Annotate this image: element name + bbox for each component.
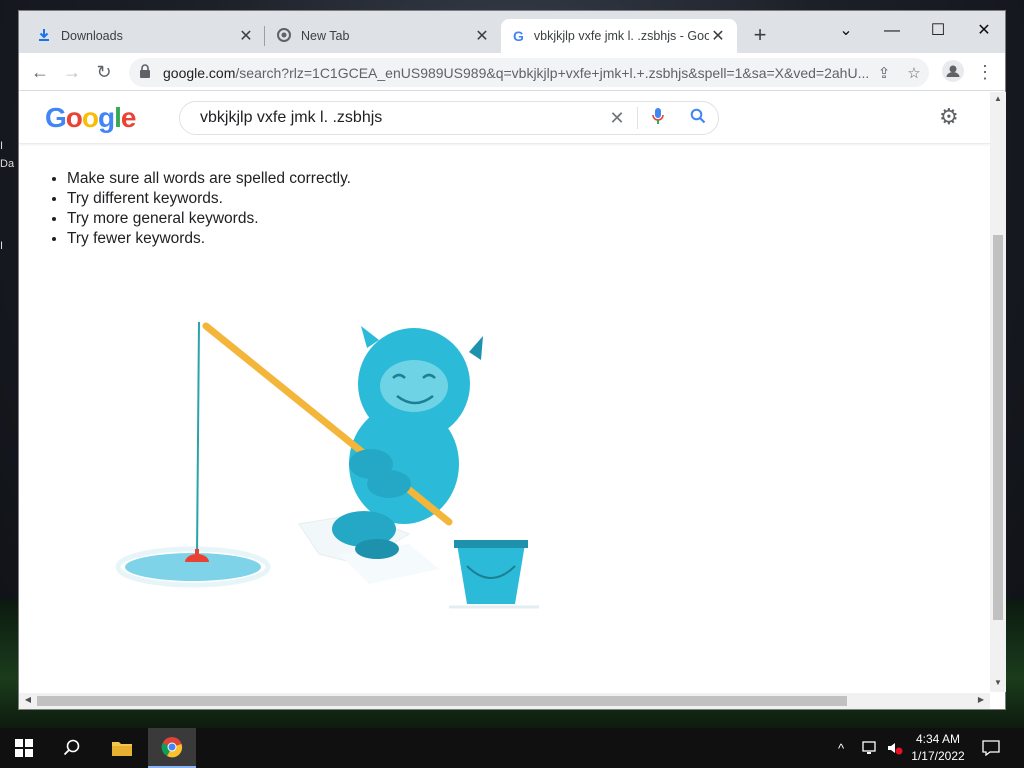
chrome-taskbar-icon[interactable] <box>148 728 196 768</box>
tip-item: Try fewer keywords. <box>67 229 351 249</box>
desktop-icon-label[interactable]: Da <box>0 158 14 170</box>
google-header: Google vbkjkjlp vxfe jmk l. .zsbhjs ✕ ⚙ <box>19 92 990 144</box>
tab-title: Downloads <box>61 29 123 43</box>
address-bar[interactable]: google.com/search?rlz=1C1GCEA_enUS989US9… <box>129 58 929 87</box>
network-icon[interactable] <box>862 728 880 768</box>
search-icon[interactable] <box>48 728 96 768</box>
horizontal-scrollbar[interactable]: ◀ ▶ <box>19 693 990 709</box>
tab-google-search[interactable]: G vbkjkjlp vxfe jmk l. .zsbhjs - Goog ✕ <box>501 19 737 53</box>
search-results-page: Google vbkjkjlp vxfe jmk l. .zsbhjs ✕ ⚙ … <box>19 92 990 663</box>
url-domain: google.com <box>163 64 236 81</box>
more-menu-icon[interactable]: ⋮ <box>973 60 997 84</box>
clock-time: 4:34 AM <box>915 732 961 746</box>
vertical-scrollbar[interactable]: ▲ ▼ <box>990 92 1006 692</box>
close-tab-icon[interactable]: ✕ <box>709 26 727 46</box>
close-window-button[interactable]: ✕ <box>961 17 1007 45</box>
chrome-icon <box>277 27 291 45</box>
tab-title: New Tab <box>301 29 350 43</box>
microphone-icon[interactable] <box>638 107 678 130</box>
new-tab-button[interactable]: + <box>749 24 771 47</box>
vertical-scroll-thumb[interactable] <box>993 235 1003 620</box>
show-hidden-icons-icon[interactable]: ^ <box>838 728 844 768</box>
tab-strip: Downloads ✕ New Tab ✕ G vbkjkjlp vxfe jm… <box>19 11 1005 53</box>
forward-arrow-icon[interactable]: → <box>60 60 84 84</box>
fishing-yeti-illustration <box>109 304 549 629</box>
system-clock[interactable]: 4:34 AM 1/17/2022 <box>905 731 971 765</box>
tip-item: Try more general keywords. <box>67 209 351 229</box>
tip-item: Make sure all words are spelled correctl… <box>67 169 351 189</box>
clear-icon[interactable]: ✕ <box>597 108 637 129</box>
windows-taskbar: ^ 4:34 AM 1/17/2022 <box>0 728 1024 768</box>
scroll-down-icon[interactable]: ▼ <box>990 678 1006 687</box>
search-icon[interactable] <box>678 108 718 129</box>
bookmark-star-icon[interactable]: ☆ <box>899 64 929 82</box>
start-windows-icon[interactable] <box>0 728 48 768</box>
scroll-right-icon[interactable]: ▶ <box>974 695 988 704</box>
notifications-icon[interactable] <box>982 728 1000 768</box>
tab-title: vbkjkjlp vxfe jmk l. .zsbhjs - Goog <box>533 29 709 43</box>
url-text[interactable]: google.com/search?rlz=1C1GCEA_enUS989US9… <box>163 65 869 81</box>
search-input[interactable]: vbkjkjlp vxfe jmk l. .zsbhjs <box>200 109 597 127</box>
file-explorer-icon[interactable] <box>98 728 146 768</box>
horizontal-scroll-thumb[interactable] <box>37 696 847 706</box>
url-path: /search?rlz=1C1GCEA_enUS989US989&q=vbkjk… <box>235 64 869 81</box>
minimize-button[interactable]: — <box>869 17 915 45</box>
close-tab-icon[interactable]: ✕ <box>237 26 255 46</box>
tab-new-tab[interactable]: New Tab ✕ <box>265 19 501 53</box>
reload-icon[interactable]: ↻ <box>92 60 116 84</box>
close-tab-icon[interactable]: ✕ <box>473 26 491 46</box>
share-icon[interactable]: ⇪ <box>869 64 899 82</box>
desktop-icon-label[interactable]: I <box>0 240 3 252</box>
scroll-left-icon[interactable]: ◀ <box>21 695 35 704</box>
maximize-button[interactable]: ☐ <box>915 17 961 45</box>
desktop-icon-label[interactable]: I <box>0 140 3 152</box>
google-icon: G <box>513 28 524 44</box>
scroll-up-icon[interactable]: ▲ <box>990 94 1006 103</box>
search-box[interactable]: vbkjkjlp vxfe jmk l. .zsbhjs ✕ <box>179 101 719 135</box>
tab-downloads[interactable]: Downloads ✕ <box>25 19 265 53</box>
volume-muted-icon[interactable] <box>886 728 904 768</box>
download-icon <box>37 28 51 45</box>
clock-date: 1/17/2022 <box>911 749 965 763</box>
google-doodle-logo[interactable]: Google <box>45 102 136 134</box>
tip-item: Try different keywords. <box>67 189 351 209</box>
lock-icon <box>139 64 153 81</box>
settings-gear-icon[interactable]: ⚙ <box>939 104 959 130</box>
profile-avatar-icon[interactable] <box>941 60 965 84</box>
browser-toolbar: ← → ↻ google.com/search?rlz=1C1GCEA_enUS… <box>19 53 1005 91</box>
back-arrow-icon[interactable]: ← <box>28 60 52 84</box>
tab-search-icon[interactable]: ⌄ <box>823 17 869 45</box>
spelling-tips-list: Make sure all words are spelled correctl… <box>67 169 351 249</box>
browser-window: Downloads ✕ New Tab ✕ G vbkjkjlp vxfe jm… <box>18 10 1006 710</box>
